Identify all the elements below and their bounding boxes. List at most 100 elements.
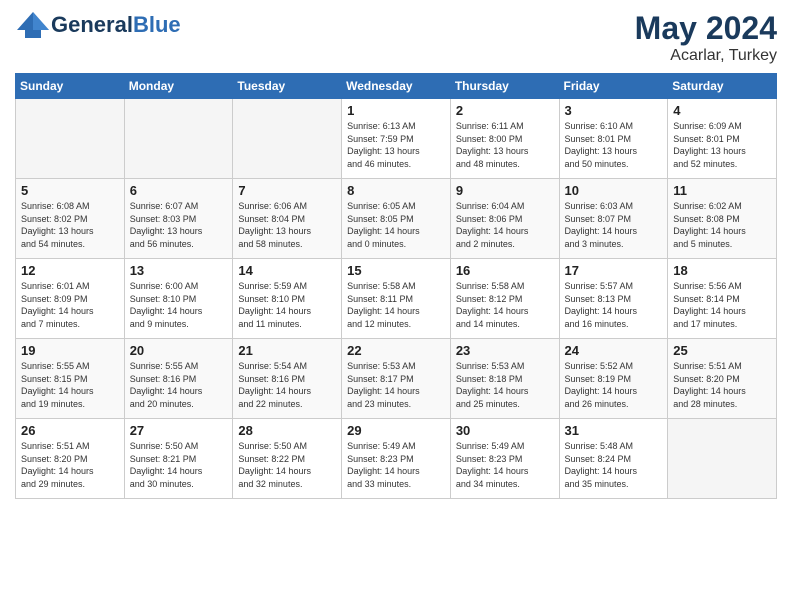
day-info: Sunrise: 5:54 AMSunset: 8:16 PMDaylight:…	[238, 360, 336, 410]
day-number: 10	[565, 183, 663, 198]
day-cell: 4Sunrise: 6:09 AMSunset: 8:01 PMDaylight…	[668, 99, 777, 179]
col-tuesday: Tuesday	[233, 74, 342, 99]
day-number: 14	[238, 263, 336, 278]
day-cell: 5 Sunrise: 6:08 AMSunset: 8:02 PMDaylight…	[16, 179, 125, 259]
day-info: Sunrise: 5:50 AMSunset: 8:21 PMDaylight:…	[130, 440, 228, 490]
day-info: Sunrise: 6:08 AMSunset: 8:02 PMDaylight:…	[21, 200, 119, 250]
day-number: 26	[21, 423, 119, 438]
week-row-1: 1 Sunrise: 6:13 AMSunset: 7:59 PMDaylight…	[16, 99, 777, 179]
week-row-5: 26 Sunrise: 5:51 AMSunset: 8:20 PMDayligh…	[16, 419, 777, 499]
day-info: Sunrise: 6:03 AMSunset: 8:07 PMDaylight:…	[565, 200, 663, 250]
day-info: Sunrise: 5:49 AMSunset: 8:23 PMDaylight:…	[347, 440, 445, 490]
day-number: 19	[21, 343, 119, 358]
day-cell	[233, 99, 342, 179]
day-info: Sunrise: 5:58 AMSunset: 8:12 PMDaylight:…	[456, 280, 554, 330]
week-row-3: 12 Sunrise: 6:01 AMSunset: 8:09 PMDayligh…	[16, 259, 777, 339]
day-number: 1	[347, 103, 445, 118]
day-number: 16	[456, 263, 554, 278]
week-row-4: 19 Sunrise: 5:55 AMSunset: 8:15 PMDayligh…	[16, 339, 777, 419]
day-number: 15	[347, 263, 445, 278]
day-info: Sunrise: 6:02 AMSunset: 8:08 PMDaylight:…	[673, 200, 771, 250]
day-cell	[124, 99, 233, 179]
page: GeneralBlue May 2024 Acarlar, Turkey Sun…	[0, 0, 792, 509]
header-row: Sunday Monday Tuesday Wednesday Thursday…	[16, 74, 777, 99]
day-number: 25	[673, 343, 771, 358]
day-cell: 24Sunrise: 5:52 AMSunset: 8:19 PMDayligh…	[559, 339, 668, 419]
day-number: 7	[238, 183, 336, 198]
day-info: Sunrise: 6:07 AMSunset: 8:03 PMDaylight:…	[130, 200, 228, 250]
day-info: Sunrise: 5:58 AMSunset: 8:11 PMDaylight:…	[347, 280, 445, 330]
day-cell: 20 Sunrise: 5:55 AMSunset: 8:16 PMDayligh…	[124, 339, 233, 419]
day-number: 9	[456, 183, 554, 198]
day-info: Sunrise: 6:04 AMSunset: 8:06 PMDaylight:…	[456, 200, 554, 250]
day-info: Sunrise: 6:11 AMSunset: 8:00 PMDaylight:…	[456, 120, 554, 170]
day-info: Sunrise: 5:55 AMSunset: 8:15 PMDaylight:…	[21, 360, 119, 410]
day-cell: 26 Sunrise: 5:51 AMSunset: 8:20 PMDayligh…	[16, 419, 125, 499]
day-cell: 1 Sunrise: 6:13 AMSunset: 7:59 PMDaylight…	[342, 99, 451, 179]
day-cell: 21 Sunrise: 5:54 AMSunset: 8:16 PMDayligh…	[233, 339, 342, 419]
day-number: 3	[565, 103, 663, 118]
day-number: 20	[130, 343, 228, 358]
col-wednesday: Wednesday	[342, 74, 451, 99]
day-info: Sunrise: 5:53 AMSunset: 8:17 PMDaylight:…	[347, 360, 445, 410]
day-cell: 29 Sunrise: 5:49 AMSunset: 8:23 PMDayligh…	[342, 419, 451, 499]
header: GeneralBlue May 2024 Acarlar, Turkey	[15, 10, 777, 65]
day-number: 28	[238, 423, 336, 438]
day-info: Sunrise: 5:52 AMSunset: 8:19 PMDaylight:…	[565, 360, 663, 410]
day-cell: 28 Sunrise: 5:50 AMSunset: 8:22 PMDayligh…	[233, 419, 342, 499]
day-info: Sunrise: 6:13 AMSunset: 7:59 PMDaylight:…	[347, 120, 445, 170]
week-row-2: 5 Sunrise: 6:08 AMSunset: 8:02 PMDaylight…	[16, 179, 777, 259]
day-number: 29	[347, 423, 445, 438]
day-info: Sunrise: 6:06 AMSunset: 8:04 PMDaylight:…	[238, 200, 336, 250]
day-cell: 6Sunrise: 6:07 AMSunset: 8:03 PMDaylight…	[124, 179, 233, 259]
location: Acarlar, Turkey	[635, 47, 777, 65]
title-block: May 2024 Acarlar, Turkey	[635, 10, 777, 65]
day-cell: 19 Sunrise: 5:55 AMSunset: 8:15 PMDayligh…	[16, 339, 125, 419]
day-info: Sunrise: 6:05 AMSunset: 8:05 PMDaylight:…	[347, 200, 445, 250]
day-number: 31	[565, 423, 663, 438]
day-cell: 3 Sunrise: 6:10 AMSunset: 8:01 PMDaylight…	[559, 99, 668, 179]
day-info: Sunrise: 5:48 AMSunset: 8:24 PMDaylight:…	[565, 440, 663, 490]
day-number: 27	[130, 423, 228, 438]
day-cell	[668, 419, 777, 499]
day-cell: 7 Sunrise: 6:06 AMSunset: 8:04 PMDaylight…	[233, 179, 342, 259]
day-number: 21	[238, 343, 336, 358]
day-cell: 9 Sunrise: 6:04 AMSunset: 8:06 PMDaylight…	[450, 179, 559, 259]
day-cell: 25 Sunrise: 5:51 AMSunset: 8:20 PMDayligh…	[668, 339, 777, 419]
day-cell: 17Sunrise: 5:57 AMSunset: 8:13 PMDayligh…	[559, 259, 668, 339]
day-number: 18	[673, 263, 771, 278]
day-info: Sunrise: 5:51 AMSunset: 8:20 PMDaylight:…	[21, 440, 119, 490]
col-saturday: Saturday	[668, 74, 777, 99]
day-number: 2	[456, 103, 554, 118]
month-year: May 2024	[635, 10, 777, 47]
day-cell: 15 Sunrise: 5:58 AMSunset: 8:11 PMDayligh…	[342, 259, 451, 339]
day-info: Sunrise: 5:55 AMSunset: 8:16 PMDaylight:…	[130, 360, 228, 410]
col-thursday: Thursday	[450, 74, 559, 99]
day-cell: 12 Sunrise: 6:01 AMSunset: 8:09 PMDayligh…	[16, 259, 125, 339]
day-number: 13	[130, 263, 228, 278]
day-cell: 13 Sunrise: 6:00 AMSunset: 8:10 PMDayligh…	[124, 259, 233, 339]
day-number: 4	[673, 103, 771, 118]
day-info: Sunrise: 5:50 AMSunset: 8:22 PMDaylight:…	[238, 440, 336, 490]
day-info: Sunrise: 5:59 AMSunset: 8:10 PMDaylight:…	[238, 280, 336, 330]
day-number: 12	[21, 263, 119, 278]
day-info: Sunrise: 5:49 AMSunset: 8:23 PMDaylight:…	[456, 440, 554, 490]
day-cell: 8 Sunrise: 6:05 AMSunset: 8:05 PMDaylight…	[342, 179, 451, 259]
col-sunday: Sunday	[16, 74, 125, 99]
day-info: Sunrise: 5:51 AMSunset: 8:20 PMDaylight:…	[673, 360, 771, 410]
day-cell: 23Sunrise: 5:53 AMSunset: 8:18 PMDayligh…	[450, 339, 559, 419]
day-number: 5	[21, 183, 119, 198]
logo-text: GeneralBlue	[51, 14, 181, 36]
day-info: Sunrise: 5:53 AMSunset: 8:18 PMDaylight:…	[456, 360, 554, 410]
day-cell: 18Sunrise: 5:56 AMSunset: 8:14 PMDayligh…	[668, 259, 777, 339]
day-info: Sunrise: 6:00 AMSunset: 8:10 PMDaylight:…	[130, 280, 228, 330]
day-info: Sunrise: 6:01 AMSunset: 8:09 PMDaylight:…	[21, 280, 119, 330]
logo: GeneralBlue	[15, 10, 181, 40]
col-monday: Monday	[124, 74, 233, 99]
day-cell: 11Sunrise: 6:02 AMSunset: 8:08 PMDayligh…	[668, 179, 777, 259]
day-info: Sunrise: 6:10 AMSunset: 8:01 PMDaylight:…	[565, 120, 663, 170]
day-number: 8	[347, 183, 445, 198]
day-cell: 22Sunrise: 5:53 AMSunset: 8:17 PMDayligh…	[342, 339, 451, 419]
day-cell: 31 Sunrise: 5:48 AMSunset: 8:24 PMDayligh…	[559, 419, 668, 499]
day-cell	[16, 99, 125, 179]
